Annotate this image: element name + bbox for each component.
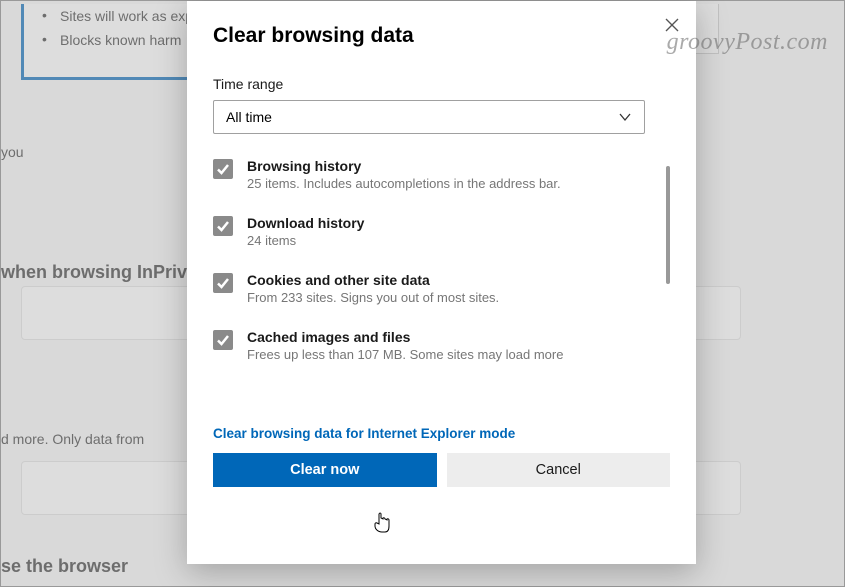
option-text: Cookies and other site data From 233 sit…: [247, 272, 645, 307]
options-viewport: Browsing history 25 items. Includes auto…: [213, 158, 670, 421]
button-row: Clear now Cancel: [213, 453, 670, 487]
option-download-history: Download history 24 items: [213, 215, 645, 250]
watermark: groovyPost.com: [667, 29, 828, 56]
option-text: Browsing history 25 items. Includes auto…: [247, 158, 645, 193]
chevron-down-icon: [618, 110, 632, 124]
option-title: Cookies and other site data: [247, 272, 645, 288]
option-sub: 25 items. Includes autocompletions in th…: [247, 176, 645, 193]
checkbox-browsing-history[interactable]: [213, 159, 233, 179]
option-title: Browsing history: [247, 158, 645, 174]
clear-browsing-data-dialog: Clear browsing data Time range All time …: [187, 1, 696, 564]
checkbox-cookies[interactable]: [213, 273, 233, 293]
option-sub: From 233 sites. Signs you out of most si…: [247, 290, 645, 307]
option-title: Cached images and files: [247, 329, 645, 345]
option-text: Download history 24 items: [247, 215, 645, 250]
check-icon: [216, 276, 230, 290]
time-range-select[interactable]: All time: [213, 100, 645, 134]
scrollbar-thumb[interactable]: [666, 166, 670, 284]
checkbox-cached[interactable]: [213, 330, 233, 350]
option-cached: Cached images and files Frees up less th…: [213, 329, 645, 364]
checkbox-download-history[interactable]: [213, 216, 233, 236]
option-sub: 24 items: [247, 233, 645, 250]
option-browsing-history: Browsing history 25 items. Includes auto…: [213, 158, 645, 193]
cancel-button[interactable]: Cancel: [447, 453, 671, 487]
option-sub: Frees up less than 107 MB. Some sites ma…: [247, 347, 645, 364]
option-title: Download history: [247, 215, 645, 231]
check-icon: [216, 333, 230, 347]
check-icon: [216, 219, 230, 233]
option-cookies: Cookies and other site data From 233 sit…: [213, 272, 645, 307]
ie-link-row: Clear browsing data for Internet Explore…: [213, 425, 670, 443]
clear-now-button[interactable]: Clear now: [213, 453, 437, 487]
option-text: Cached images and files Frees up less th…: [247, 329, 645, 364]
clear-ie-link[interactable]: Clear browsing data for Internet Explore…: [213, 426, 515, 441]
options-list: Browsing history 25 items. Includes auto…: [213, 158, 645, 421]
time-range-value: All time: [226, 109, 272, 125]
time-range-label: Time range: [213, 76, 670, 92]
dialog-title: Clear browsing data: [213, 24, 670, 48]
check-icon: [216, 162, 230, 176]
